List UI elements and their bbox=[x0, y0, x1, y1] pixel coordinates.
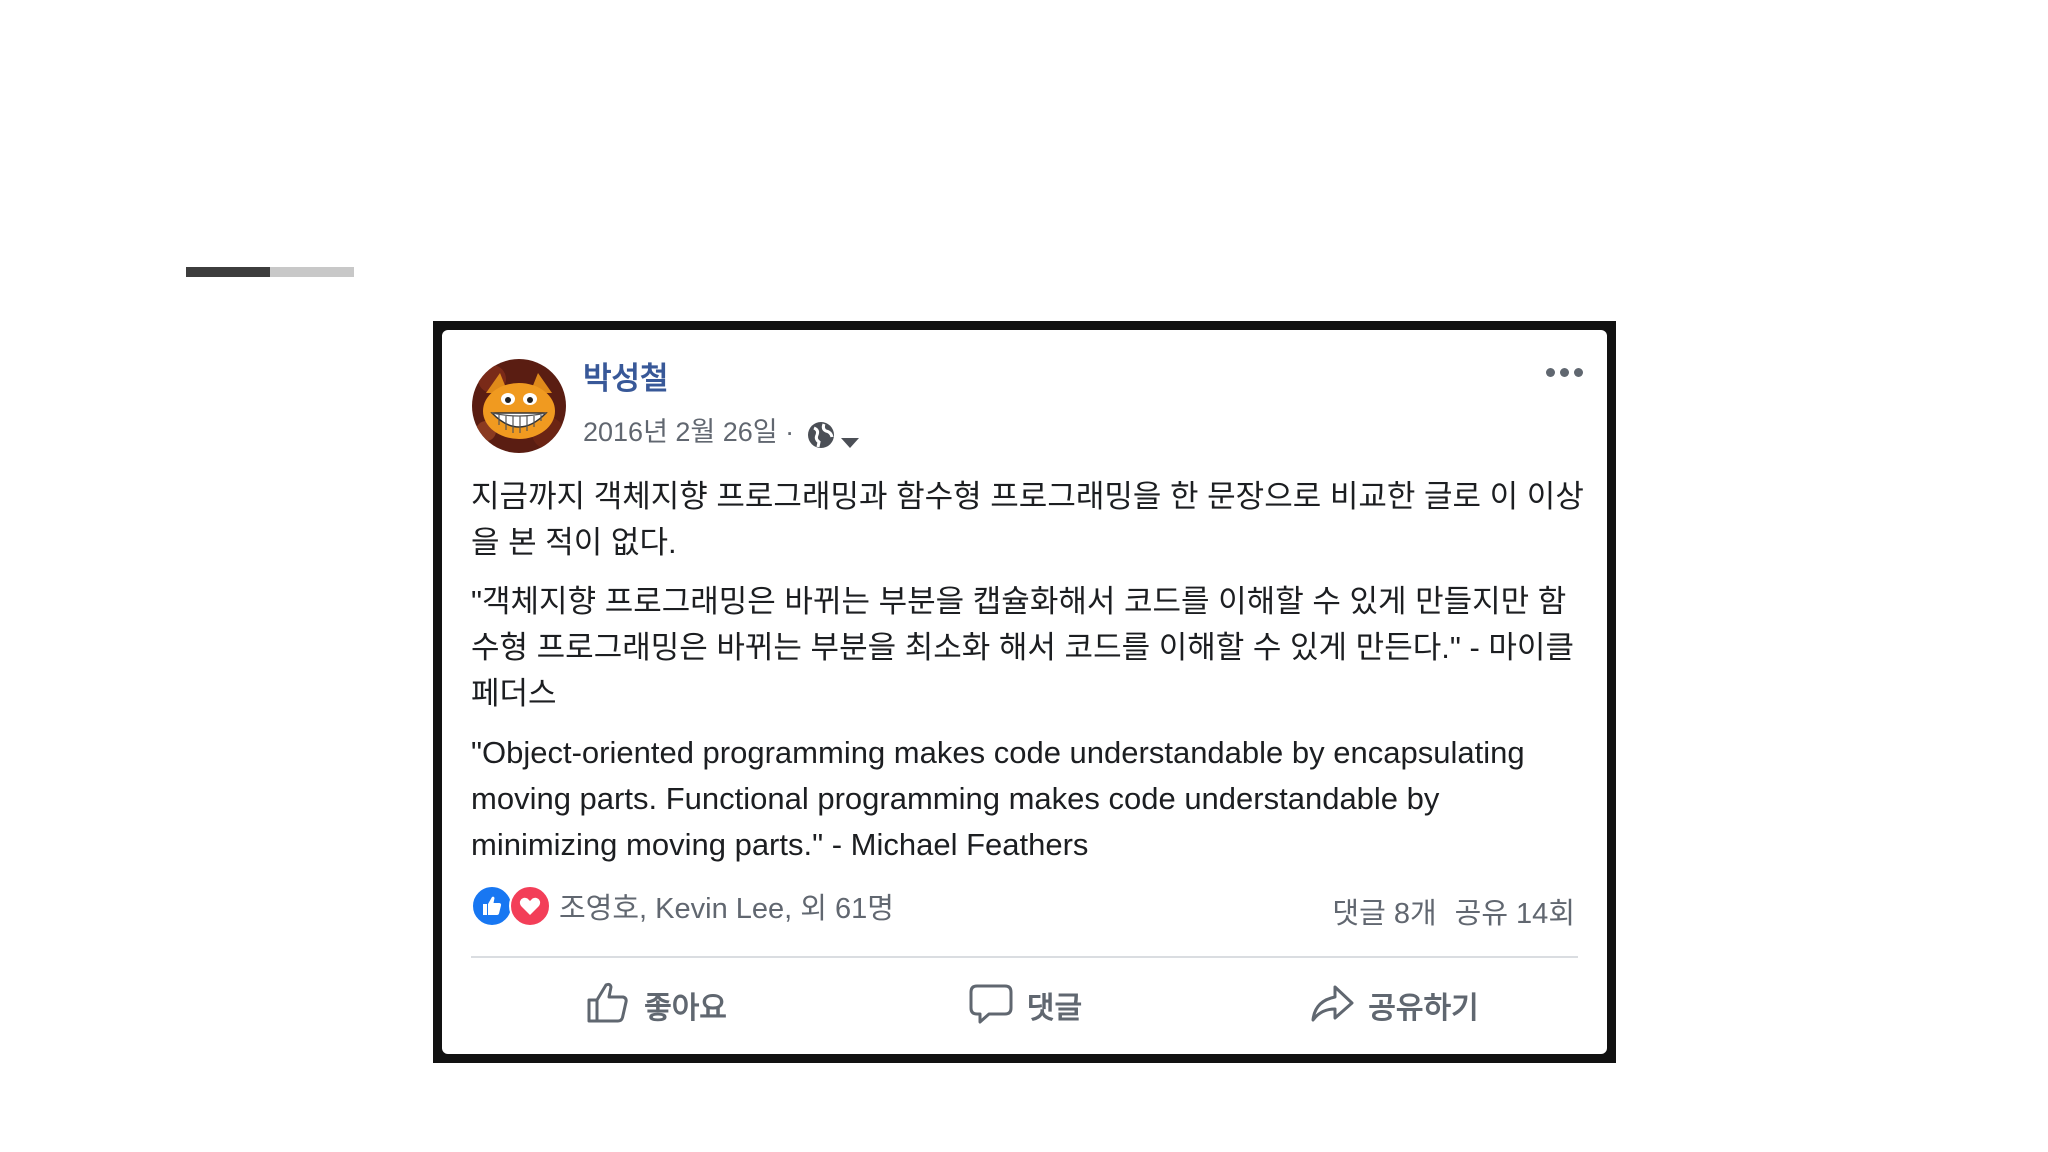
reaction-summary[interactable]: 조영호, Kevin Lee, 외 61명 bbox=[471, 885, 894, 927]
share-count[interactable]: 공유 14회 bbox=[1455, 890, 1575, 932]
comment-count[interactable]: 댓글 8개 bbox=[1332, 890, 1436, 932]
comment-button[interactable]: 댓글 bbox=[840, 970, 1209, 1040]
post-action-bar: 좋아요 댓글 공유하기 bbox=[471, 970, 1578, 1040]
share-label: 공유하기 bbox=[1368, 992, 1479, 1025]
slide-progress-bar bbox=[186, 267, 354, 277]
globe-icon[interactable] bbox=[806, 420, 836, 450]
facebook-post-card: 박성철 2016년 2월 26일 · 지금까지 객체지향 프로그래밍과 함수형 … bbox=[442, 330, 1607, 1054]
progress-track bbox=[270, 267, 354, 277]
post-paragraph: "Object-oriented programming makes code … bbox=[471, 735, 1525, 862]
avatar[interactable] bbox=[472, 359, 566, 453]
like-button[interactable]: 좋아요 bbox=[471, 970, 840, 1040]
post-body: 지금까지 객체지향 프로그래밍과 함수형 프로그래밍을 한 문장으로 비교한 글… bbox=[471, 474, 1591, 881]
post-paragraph: "객체지향 프로그래밍은 바뀌는 부분을 캡슐화해서 코드를 이해할 수 있게 … bbox=[471, 584, 1574, 711]
post-paragraph: 지금까지 객체지향 프로그래밍과 함수형 프로그래밍을 한 문장으로 비교한 글… bbox=[471, 479, 1584, 560]
divider bbox=[471, 956, 1578, 958]
share-arrow-icon bbox=[1308, 979, 1356, 1032]
like-icon bbox=[471, 885, 513, 927]
chevron-down-icon[interactable] bbox=[840, 428, 860, 448]
post-meta: 2016년 2월 26일 · bbox=[583, 414, 860, 450]
reaction-names[interactable]: 조영호, Kevin Lee, 외 61명 bbox=[559, 885, 894, 927]
dot-icon bbox=[1574, 368, 1583, 377]
progress-fill bbox=[186, 267, 270, 277]
thumbs-up-icon bbox=[584, 979, 632, 1032]
comment-bubble-icon bbox=[967, 979, 1015, 1032]
post-date[interactable]: 2016년 2월 26일 · bbox=[583, 418, 794, 446]
more-options-button[interactable] bbox=[1546, 368, 1583, 377]
like-label: 좋아요 bbox=[644, 992, 727, 1025]
post-author-name[interactable]: 박성철 bbox=[583, 363, 669, 394]
dot-icon bbox=[1546, 368, 1555, 377]
comment-label: 댓글 bbox=[1026, 992, 1083, 1025]
share-button[interactable]: 공유하기 bbox=[1209, 970, 1578, 1040]
post-screenshot-frame: 박성철 2016년 2월 26일 · 지금까지 객체지향 프로그래밍과 함수형 … bbox=[433, 321, 1616, 1063]
engagement-counts: 댓글 8개 공유 14회 bbox=[1332, 890, 1575, 932]
dot-icon bbox=[1560, 368, 1569, 377]
love-icon bbox=[509, 885, 551, 927]
